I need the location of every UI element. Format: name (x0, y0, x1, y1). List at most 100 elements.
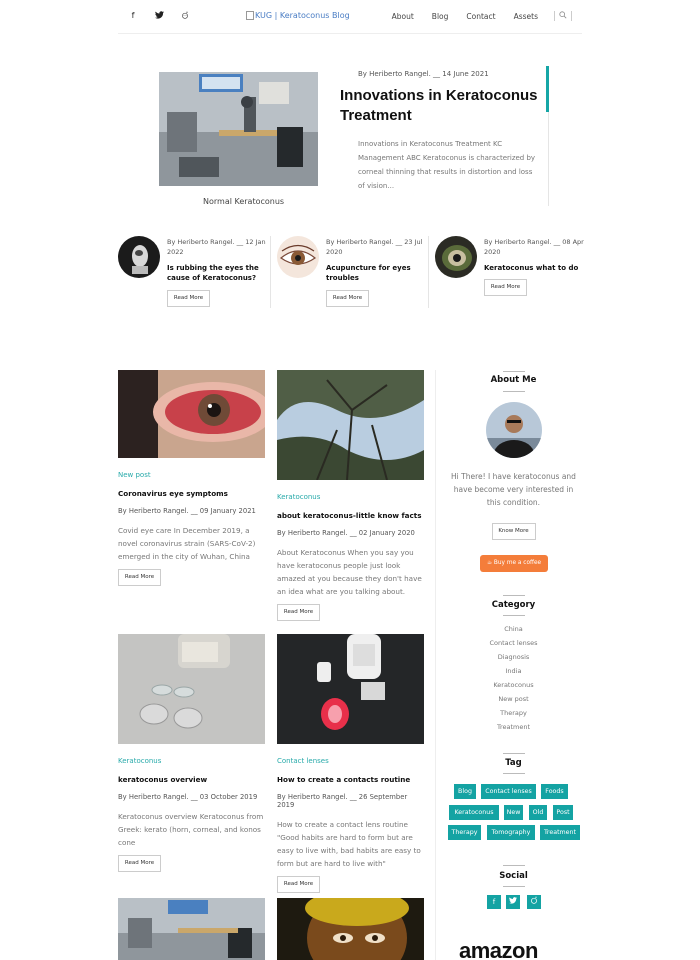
know-more-button[interactable]: Know More (491, 523, 536, 540)
post-meta: By Heriberto Rangel. __ 02 January 2020 (277, 529, 415, 537)
social-title: Social (499, 871, 528, 881)
tag-rule-top (445, 753, 582, 754)
featured-thumbnail[interactable] (277, 236, 319, 278)
post-image[interactable] (277, 898, 424, 960)
tag[interactable]: Old (529, 805, 547, 820)
featured-meta: By Heriberto Rangel. __ 12 Jan 2022 (167, 238, 266, 256)
category-item[interactable]: Contact lenses (445, 636, 582, 650)
nav-contact[interactable]: Contact (466, 12, 495, 21)
featured-meta: By Heriberto Rangel. __ 23 Jul 2020 (326, 238, 423, 256)
logo-alt-text: KUG | Keratoconus Blog (255, 11, 350, 20)
twitter-icon[interactable] (154, 11, 164, 21)
post-image[interactable] (118, 898, 265, 960)
about-text-wrap: Hi There! I have keratoconus and have be… (445, 470, 582, 509)
about-rule-top (445, 371, 582, 372)
slider-track (548, 112, 549, 206)
post-excerpt: About Keratoconus When you say you have … (277, 548, 422, 596)
post-meta: By Heriberto Rangel. __ 03 October 2019 (118, 793, 258, 801)
post-image[interactable] (277, 370, 424, 480)
header-social: f (128, 11, 190, 21)
facebook-icon[interactable]: f (128, 11, 138, 21)
buy-me-a-coffee-button[interactable]: ☕ Buy me a coffee (480, 555, 548, 572)
coffee-label: Buy me a coffee (493, 560, 542, 566)
post-image[interactable] (118, 370, 265, 458)
amazon-logo[interactable]: amazon (459, 938, 538, 960)
read-more-button[interactable]: Read More (484, 279, 527, 296)
category-item[interactable]: Treatment (445, 720, 582, 734)
social-rule (445, 886, 582, 887)
tag[interactable]: Treatment (540, 825, 580, 840)
read-more-button[interactable]: Read More (326, 290, 369, 307)
category-item[interactable]: China (445, 622, 582, 636)
hero-title[interactable]: Innovations in Keratoconus Treatment (340, 86, 540, 126)
read-more-button[interactable]: Read More (167, 290, 210, 307)
category-item[interactable]: Keratoconus (445, 678, 582, 692)
post-excerpt: Covid eye care In December 2019, a novel… (118, 526, 256, 561)
read-more-button[interactable]: Read More (118, 569, 161, 586)
site-logo[interactable]: KUG | Keratoconus Blog (246, 11, 350, 20)
coffee-cup-icon: ☕ (486, 560, 493, 566)
featured-title[interactable]: Is rubbing the eyes the cause of Keratoc… (167, 263, 267, 283)
post-title[interactable]: about keratoconus-little know facts (277, 511, 424, 520)
about-avatar-wrap (445, 402, 582, 458)
category-list: China Contact lenses Diagnosis India Ker… (445, 622, 582, 734)
main-nav: About Blog Contact Assets (374, 11, 572, 21)
featured-title[interactable]: Keratoconus what to do (484, 263, 584, 273)
category-rule (445, 615, 582, 616)
post-category[interactable]: Keratoconus (118, 757, 265, 765)
broken-image-icon (246, 11, 254, 20)
tag[interactable]: Keratoconus (449, 805, 499, 820)
tag[interactable]: Contact lenses (481, 784, 536, 799)
about-widget: About Me (445, 375, 582, 385)
twitter-icon[interactable] (506, 895, 520, 909)
post-image[interactable] (118, 634, 265, 744)
featured-divider (270, 236, 271, 308)
category-item[interactable]: India (445, 664, 582, 678)
slider-indicator[interactable] (546, 66, 549, 112)
nav-assets[interactable]: Assets (514, 12, 538, 21)
post-image[interactable] (277, 634, 424, 744)
post-category[interactable]: New post (118, 471, 265, 479)
social-rule-top (445, 865, 582, 866)
facebook-icon[interactable]: f (487, 895, 501, 909)
reddit-icon[interactable] (527, 895, 541, 909)
post-category[interactable]: Keratoconus (277, 493, 424, 501)
featured-divider (428, 236, 429, 308)
read-more-button[interactable]: Read More (277, 876, 320, 893)
category-item[interactable]: Therapy (445, 706, 582, 720)
nav-blog[interactable]: Blog (432, 12, 449, 21)
about-button-wrap: Know More (445, 517, 582, 540)
read-more-button[interactable]: Read More (277, 604, 320, 621)
tag[interactable]: Therapy (448, 825, 481, 840)
category-rule-top (445, 595, 582, 596)
post-title[interactable]: keratoconus overview (118, 775, 265, 784)
content-sidebar-divider (435, 370, 436, 960)
post-title[interactable]: How to create a contacts routine (277, 775, 424, 784)
tag-title: Tag (505, 758, 522, 768)
hero-image[interactable] (159, 72, 318, 186)
category-item[interactable]: Diagnosis (445, 650, 582, 664)
category-item[interactable]: New post (445, 692, 582, 706)
nav-about[interactable]: About (392, 12, 414, 21)
post-card (118, 898, 265, 960)
reddit-icon[interactable] (180, 11, 190, 21)
post-excerpt: How to create a contact lens routine "Go… (277, 820, 421, 868)
featured-thumbnail[interactable] (118, 236, 160, 278)
read-more-button[interactable]: Read More (118, 855, 161, 872)
tag[interactable]: New (504, 805, 523, 820)
tag-rule (445, 773, 582, 774)
tag[interactable]: Blog (454, 784, 476, 799)
tag[interactable]: Post (553, 805, 573, 820)
tag-widget: Tag (445, 758, 582, 768)
featured-thumbnail[interactable] (435, 236, 477, 278)
featured-title[interactable]: Acupuncture for eyes troubles (326, 263, 426, 283)
post-category[interactable]: Contact lenses (277, 757, 424, 765)
tag[interactable]: Foods (541, 784, 568, 799)
category-title: Category (491, 600, 536, 610)
about-text: Hi There! I have keratoconus and have be… (451, 472, 576, 507)
post-meta: By Heriberto Rangel. __ 26 September 201… (277, 793, 408, 809)
tag[interactable]: Tomography (487, 825, 535, 840)
post-title[interactable]: Coronavirus eye symptoms (118, 489, 265, 498)
post-card (277, 898, 424, 960)
search-icon[interactable] (554, 11, 572, 21)
